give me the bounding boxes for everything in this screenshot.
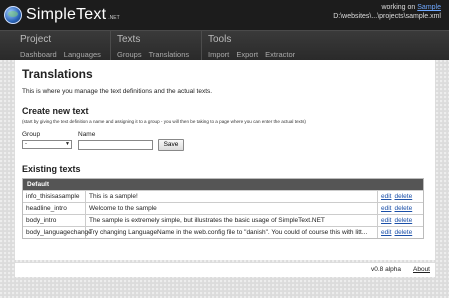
- delete-link[interactable]: delete: [394, 217, 412, 224]
- create-heading: Create new text: [22, 106, 89, 116]
- text-value: Welcome to the sample: [86, 203, 378, 214]
- nav-group-project: Project Dashboard Languages: [15, 31, 111, 61]
- brand-suffix: .NET: [108, 15, 120, 21]
- group-label: Group: [22, 131, 41, 138]
- edit-link[interactable]: edit: [381, 205, 391, 212]
- nav-title-tools: Tools: [208, 34, 232, 45]
- name-input[interactable]: [78, 140, 153, 150]
- nav-link-groups[interactable]: Groups: [117, 50, 142, 59]
- text-value: This is a sample!: [86, 191, 378, 202]
- text-key: body_languagechange: [23, 227, 92, 238]
- text-key: info_thisisasample: [23, 191, 86, 202]
- brand-name: SimpleText: [26, 6, 107, 23]
- name-label: Name: [78, 131, 96, 138]
- project-path: D:\websites\...\projects\sample.xml: [333, 13, 441, 20]
- top-bar: SimpleText .NET working on Sample D:\web…: [0, 0, 449, 30]
- nav-link-import[interactable]: Import: [208, 50, 229, 59]
- table-row: body_languagechange Try changing Languag…: [23, 226, 423, 238]
- main-content: Translations This is where you manage th…: [15, 60, 435, 260]
- texts-table: Default info_thisisasample This is a sam…: [22, 178, 424, 239]
- table-row: body_intro The sample is extremely simpl…: [23, 214, 423, 226]
- text-key: body_intro: [23, 215, 86, 226]
- text-value: Try changing LanguageName in the web.con…: [86, 227, 378, 238]
- globe-icon: [4, 6, 22, 24]
- version-label: v0.8 alpha: [371, 266, 401, 273]
- text-value: The sample is extremely simple, but illu…: [86, 215, 378, 226]
- save-button[interactable]: Save: [158, 139, 184, 151]
- delete-link[interactable]: delete: [394, 229, 412, 236]
- group-select-value: -: [25, 141, 27, 147]
- nav-group-tools: Tools Import Export Extractor: [203, 31, 303, 61]
- nav-link-dashboard[interactable]: Dashboard: [20, 50, 57, 59]
- delete-link[interactable]: delete: [394, 193, 412, 200]
- page-intro: This is where you manage the text defini…: [22, 88, 213, 95]
- nav-link-languages[interactable]: Languages: [64, 50, 101, 59]
- edit-link[interactable]: edit: [381, 217, 391, 224]
- working-on-info: working on Sample D:\websites\...\projec…: [333, 3, 441, 21]
- edit-link[interactable]: edit: [381, 229, 391, 236]
- page-title: Translations: [22, 67, 93, 81]
- footer: v0.8 alpha About: [15, 263, 435, 277]
- table-row: info_thisisasample This is a sample! edi…: [23, 190, 423, 202]
- working-prefix: working on: [381, 4, 416, 11]
- nav-link-extractor[interactable]: Extractor: [265, 50, 295, 59]
- delete-link[interactable]: delete: [394, 205, 412, 212]
- about-link[interactable]: About: [413, 266, 430, 273]
- logo[interactable]: SimpleText .NET: [4, 4, 120, 26]
- edit-link[interactable]: edit: [381, 193, 391, 200]
- table-row: headline_intro Welcome to the sample edi…: [23, 202, 423, 214]
- nav-title-texts: Texts: [117, 34, 141, 45]
- group-header: Default: [23, 179, 423, 190]
- main-nav: Project Dashboard Languages Texts Groups…: [0, 30, 449, 61]
- nav-link-translations[interactable]: Translations: [149, 50, 190, 59]
- create-hint: (start by giving the text definition a n…: [22, 119, 306, 124]
- nav-link-export[interactable]: Export: [236, 50, 258, 59]
- existing-heading: Existing texts: [22, 164, 81, 174]
- chevron-down-icon: ▼: [65, 141, 70, 147]
- nav-group-texts: Texts Groups Translations: [112, 31, 202, 61]
- group-select[interactable]: - ▼: [22, 140, 72, 149]
- project-link[interactable]: Sample: [417, 4, 441, 11]
- text-key: headline_intro: [23, 203, 86, 214]
- nav-title-project: Project: [20, 34, 52, 45]
